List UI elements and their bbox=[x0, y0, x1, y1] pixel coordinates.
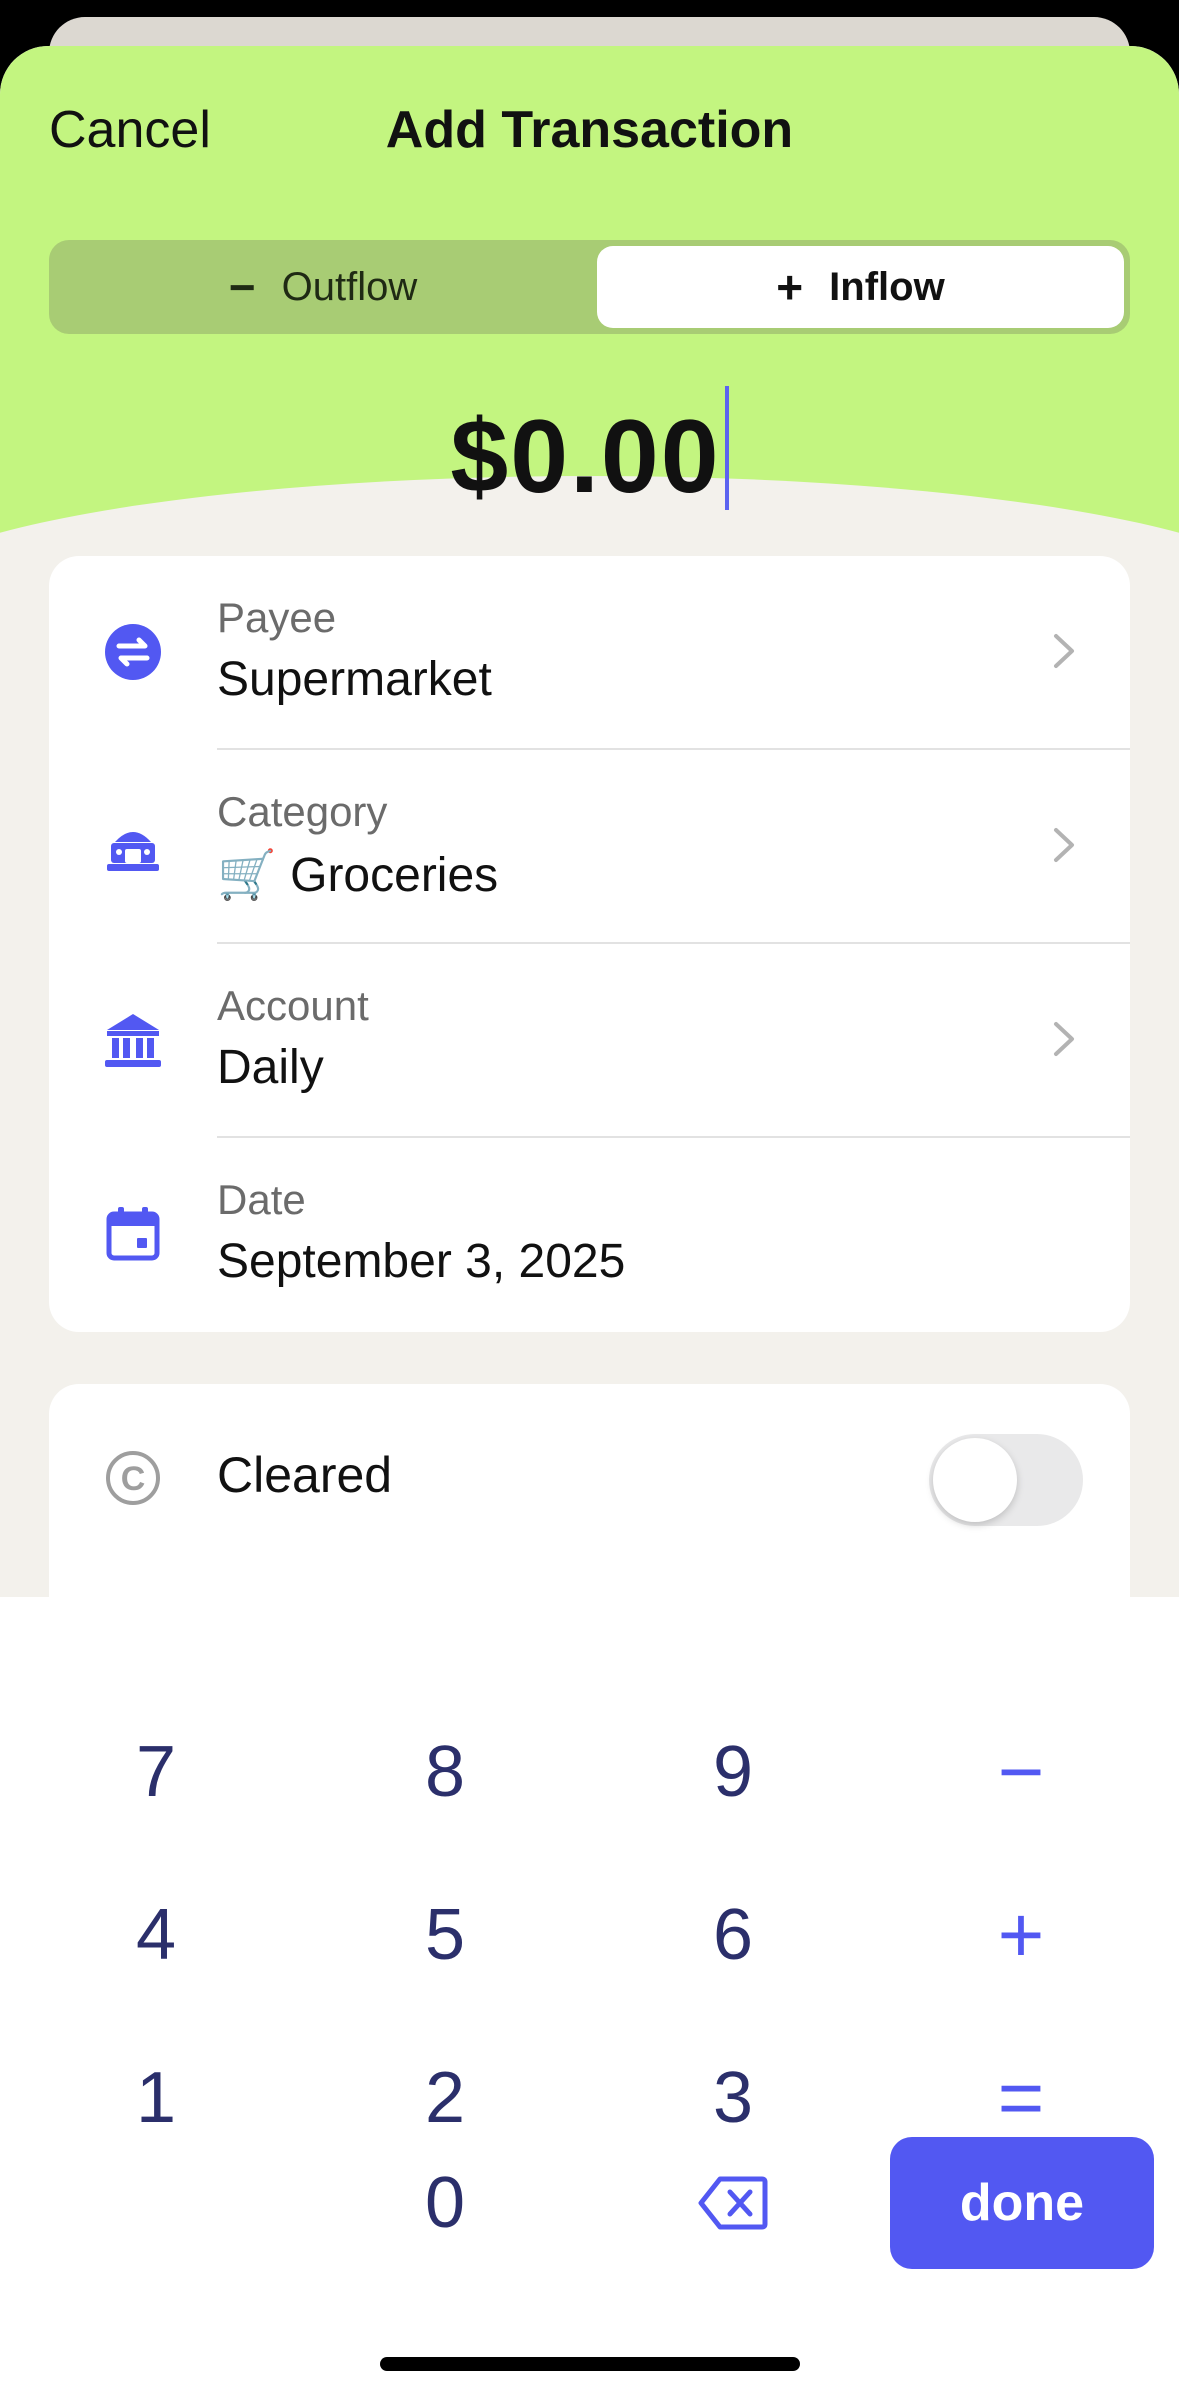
key-6[interactable]: 6 bbox=[608, 1865, 858, 2005]
outflow-label: Outflow bbox=[281, 264, 418, 309]
chevron-right-icon bbox=[1054, 634, 1074, 668]
cleared-toggle[interactable] bbox=[929, 1434, 1083, 1526]
calendar-icon bbox=[101, 1202, 165, 1266]
backspace-icon bbox=[698, 2176, 768, 2230]
plus-icon: + bbox=[776, 261, 804, 313]
cleared-label: Cleared bbox=[217, 1447, 393, 1503]
page-title: Add Transaction bbox=[385, 101, 794, 159]
minus-icon: − bbox=[228, 261, 256, 313]
numeric-keypad: 7 8 9 − 4 5 6 + 1 2 3 = 0 done bbox=[0, 1597, 1179, 2396]
key-7[interactable]: 7 bbox=[31, 1702, 281, 1842]
category-label: Category bbox=[217, 788, 388, 835]
transfer-icon bbox=[101, 620, 165, 684]
category-row[interactable]: Category 🛒 Groceries bbox=[49, 750, 1130, 944]
key-9[interactable]: 9 bbox=[608, 1702, 858, 1842]
svg-text:C: C bbox=[121, 1460, 146, 1498]
backspace-button[interactable] bbox=[608, 2133, 858, 2273]
key-8[interactable]: 8 bbox=[320, 1702, 570, 1842]
key-plus[interactable]: + bbox=[896, 1865, 1146, 2005]
date-row[interactable]: Date September 3, 2025 bbox=[49, 1138, 1130, 1332]
amount-field[interactable]: $0.00 bbox=[0, 386, 1179, 517]
key-0[interactable]: 0 bbox=[320, 2133, 570, 2273]
chevron-right-icon bbox=[1054, 828, 1074, 862]
chevron-right-icon bbox=[1054, 1022, 1074, 1056]
inflow-label: Inflow bbox=[829, 264, 945, 309]
done-button[interactable]: done bbox=[890, 2137, 1154, 2269]
payee-value: Supermarket bbox=[217, 653, 492, 706]
details-card: Payee Supermarket Category 🛒 Groceries A… bbox=[49, 556, 1130, 1332]
key-minus[interactable]: − bbox=[896, 1702, 1146, 1842]
flow-segmented-control: − Outflow + Inflow bbox=[49, 240, 1130, 334]
cleared-icon: C bbox=[101, 1446, 165, 1510]
account-value: Daily bbox=[217, 1041, 324, 1094]
category-icon bbox=[101, 814, 165, 878]
toggle-knob bbox=[933, 1438, 1017, 1522]
key-1[interactable]: 1 bbox=[31, 2028, 281, 2168]
outflow-segment[interactable]: − Outflow bbox=[49, 240, 597, 334]
date-value: September 3, 2025 bbox=[217, 1235, 626, 1288]
amount-value: $0.00 bbox=[450, 399, 721, 515]
home-indicator bbox=[380, 2357, 800, 2371]
account-row[interactable]: Account Daily bbox=[49, 944, 1130, 1138]
key-5[interactable]: 5 bbox=[320, 1865, 570, 2005]
category-value: 🛒 Groceries bbox=[217, 849, 499, 902]
account-label: Account bbox=[217, 982, 369, 1029]
bank-icon bbox=[101, 1008, 165, 1072]
payee-row[interactable]: Payee Supermarket bbox=[49, 556, 1130, 750]
inflow-segment[interactable]: + Inflow bbox=[597, 246, 1124, 328]
text-caret bbox=[724, 386, 729, 510]
key-4[interactable]: 4 bbox=[31, 1865, 281, 2005]
payee-label: Payee bbox=[217, 594, 337, 641]
date-label: Date bbox=[217, 1176, 306, 1223]
